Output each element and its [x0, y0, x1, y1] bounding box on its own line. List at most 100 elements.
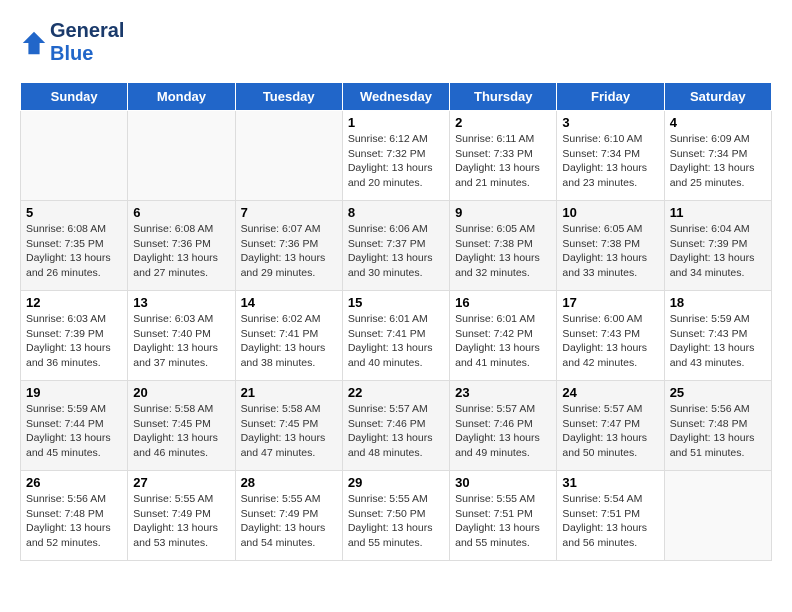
day-number: 7 [241, 205, 337, 220]
cell-content: Sunrise: 5:57 AMSunset: 7:47 PMDaylight:… [562, 402, 658, 461]
cell-content: Sunrise: 5:58 AMSunset: 7:45 PMDaylight:… [241, 402, 337, 461]
calendar-cell: 28 Sunrise: 5:55 AMSunset: 7:49 PMDayligh… [235, 471, 342, 561]
day-number: 12 [26, 295, 122, 310]
day-number: 17 [562, 295, 658, 310]
cell-content: Sunrise: 6:03 AMSunset: 7:39 PMDaylight:… [26, 312, 122, 371]
day-number: 26 [26, 475, 122, 490]
calendar-cell: 7Sunrise: 6:07 AMSunset: 7:36 PMDaylight… [235, 201, 342, 291]
calendar-cell: 2 Sunrise: 6:11 AMSunset: 7:33 PMDaylight… [450, 111, 557, 201]
day-number: 6 [133, 205, 229, 220]
calendar-cell: 26 Sunrise: 5:56 AMSunset: 7:48 PMDayligh… [21, 471, 128, 561]
logo-icon [20, 29, 48, 57]
calendar-cell: 8 Sunrise: 6:06 AMSunset: 7:37 PMDaylight… [342, 201, 449, 291]
calendar-cell [235, 111, 342, 201]
cell-content: Sunrise: 6:02 AMSunset: 7:41 PMDaylight:… [241, 312, 337, 371]
cell-content: Sunrise: 6:03 AMSunset: 7:40 PMDaylight:… [133, 312, 229, 371]
calendar-cell: 9 Sunrise: 6:05 AMSunset: 7:38 PMDaylight… [450, 201, 557, 291]
day-number: 16 [455, 295, 551, 310]
cell-content: Sunrise: 5:54 AMSunset: 7:51 PMDaylight:… [562, 492, 658, 551]
cell-content: Sunrise: 6:08 AMSunset: 7:35 PMDaylight:… [26, 222, 122, 281]
day-number: 30 [455, 475, 551, 490]
day-number: 14 [241, 295, 337, 310]
weekday-header-friday: Friday [557, 83, 664, 111]
cell-content: Sunrise: 5:58 AMSunset: 7:45 PMDaylight:… [133, 402, 229, 461]
cell-content: Sunrise: 6:12 AMSunset: 7:32 PMDaylight:… [348, 132, 444, 191]
calendar-cell: 6 Sunrise: 6:08 AMSunset: 7:36 PMDaylight… [128, 201, 235, 291]
cell-content: Sunrise: 6:06 AMSunset: 7:37 PMDaylight:… [348, 222, 444, 281]
calendar-cell: 13 Sunrise: 6:03 AMSunset: 7:40 PMDayligh… [128, 291, 235, 381]
calendar-cell: 21 Sunrise: 5:58 AMSunset: 7:45 PMDayligh… [235, 381, 342, 471]
day-number: 19 [26, 385, 122, 400]
calendar-cell: 15 Sunrise: 6:01 AMSunset: 7:41 PMDayligh… [342, 291, 449, 381]
calendar-cell: 10 Sunrise: 6:05 AMSunset: 7:38 PMDayligh… [557, 201, 664, 291]
calendar-cell: 14 Sunrise: 6:02 AMSunset: 7:41 PMDayligh… [235, 291, 342, 381]
weekday-header-wednesday: Wednesday [342, 83, 449, 111]
cell-content: Sunrise: 5:55 AMSunset: 7:49 PMDaylight:… [241, 492, 337, 551]
cell-content: Sunrise: 5:55 AMSunset: 7:49 PMDaylight:… [133, 492, 229, 551]
cell-content: Sunrise: 6:08 AMSunset: 7:36 PMDaylight:… [133, 222, 229, 281]
day-number: 5 [26, 205, 122, 220]
calendar-cell [128, 111, 235, 201]
weekday-header-monday: Monday [128, 83, 235, 111]
cell-content: Sunrise: 6:11 AMSunset: 7:33 PMDaylight:… [455, 132, 551, 191]
cell-content: Sunrise: 5:57 AMSunset: 7:46 PMDaylight:… [348, 402, 444, 461]
cell-content: Sunrise: 6:05 AMSunset: 7:38 PMDaylight:… [455, 222, 551, 281]
calendar-body: 1 Sunrise: 6:12 AMSunset: 7:32 PMDaylight… [21, 111, 772, 561]
day-number: 23 [455, 385, 551, 400]
cell-content: Sunrise: 6:05 AMSunset: 7:38 PMDaylight:… [562, 222, 658, 281]
day-number: 20 [133, 385, 229, 400]
cell-content: Sunrise: 5:59 AMSunset: 7:43 PMDaylight:… [670, 312, 766, 371]
calendar-cell [21, 111, 128, 201]
day-number: 13 [133, 295, 229, 310]
calendar-cell: 11 Sunrise: 6:04 AMSunset: 7:39 PMDayligh… [664, 201, 771, 291]
cell-content: Sunrise: 6:10 AMSunset: 7:34 PMDaylight:… [562, 132, 658, 191]
logo: General Blue [20, 20, 124, 66]
cell-content: Sunrise: 5:55 AMSunset: 7:51 PMDaylight:… [455, 492, 551, 551]
cell-content: Sunrise: 6:09 AMSunset: 7:34 PMDaylight:… [670, 132, 766, 191]
weekday-header-row: SundayMondayTuesdayWednesdayThursdayFrid… [21, 83, 772, 111]
calendar-week-row: 5 Sunrise: 6:08 AMSunset: 7:35 PMDaylight… [21, 201, 772, 291]
day-number: 29 [348, 475, 444, 490]
calendar-cell: 23Sunrise: 5:57 AMSunset: 7:46 PMDayligh… [450, 381, 557, 471]
calendar-cell: 5 Sunrise: 6:08 AMSunset: 7:35 PMDaylight… [21, 201, 128, 291]
cell-content: Sunrise: 5:59 AMSunset: 7:44 PMDaylight:… [26, 402, 122, 461]
calendar-cell: 25 Sunrise: 5:56 AMSunset: 7:48 PMDayligh… [664, 381, 771, 471]
day-number: 24 [562, 385, 658, 400]
cell-content: Sunrise: 5:56 AMSunset: 7:48 PMDaylight:… [26, 492, 122, 551]
day-number: 28 [241, 475, 337, 490]
calendar-header: SundayMondayTuesdayWednesdayThursdayFrid… [21, 83, 772, 111]
calendar-table: SundayMondayTuesdayWednesdayThursdayFrid… [20, 82, 772, 561]
day-number: 1 [348, 115, 444, 130]
cell-content: Sunrise: 5:56 AMSunset: 7:48 PMDaylight:… [670, 402, 766, 461]
calendar-week-row: 12 Sunrise: 6:03 AMSunset: 7:39 PMDayligh… [21, 291, 772, 381]
calendar-cell: 12 Sunrise: 6:03 AMSunset: 7:39 PMDayligh… [21, 291, 128, 381]
calendar-cell: 18 Sunrise: 5:59 AMSunset: 7:43 PMDayligh… [664, 291, 771, 381]
logo-text: General Blue [50, 20, 124, 66]
day-number: 2 [455, 115, 551, 130]
day-number: 18 [670, 295, 766, 310]
calendar-cell: 17Sunrise: 6:00 AMSunset: 7:43 PMDayligh… [557, 291, 664, 381]
day-number: 9 [455, 205, 551, 220]
weekday-header-tuesday: Tuesday [235, 83, 342, 111]
weekday-header-saturday: Saturday [664, 83, 771, 111]
day-number: 22 [348, 385, 444, 400]
calendar-cell: 16 Sunrise: 6:01 AMSunset: 7:42 PMDayligh… [450, 291, 557, 381]
calendar-week-row: 1 Sunrise: 6:12 AMSunset: 7:32 PMDaylight… [21, 111, 772, 201]
day-number: 11 [670, 205, 766, 220]
day-number: 10 [562, 205, 658, 220]
calendar-cell: 31 Sunrise: 5:54 AMSunset: 7:51 PMDayligh… [557, 471, 664, 561]
day-number: 21 [241, 385, 337, 400]
day-number: 31 [562, 475, 658, 490]
cell-content: Sunrise: 6:01 AMSunset: 7:42 PMDaylight:… [455, 312, 551, 371]
day-number: 3 [562, 115, 658, 130]
calendar-cell: 30 Sunrise: 5:55 AMSunset: 7:51 PMDayligh… [450, 471, 557, 561]
cell-content: Sunrise: 6:04 AMSunset: 7:39 PMDaylight:… [670, 222, 766, 281]
day-number: 15 [348, 295, 444, 310]
cell-content: Sunrise: 5:55 AMSunset: 7:50 PMDaylight:… [348, 492, 444, 551]
day-number: 8 [348, 205, 444, 220]
calendar-cell: 24 Sunrise: 5:57 AMSunset: 7:47 PMDayligh… [557, 381, 664, 471]
calendar-cell: 29 Sunrise: 5:55 AMSunset: 7:50 PMDayligh… [342, 471, 449, 561]
cell-content: Sunrise: 6:01 AMSunset: 7:41 PMDaylight:… [348, 312, 444, 371]
day-number: 25 [670, 385, 766, 400]
calendar-cell: 4Sunrise: 6:09 AMSunset: 7:34 PMDaylight… [664, 111, 771, 201]
